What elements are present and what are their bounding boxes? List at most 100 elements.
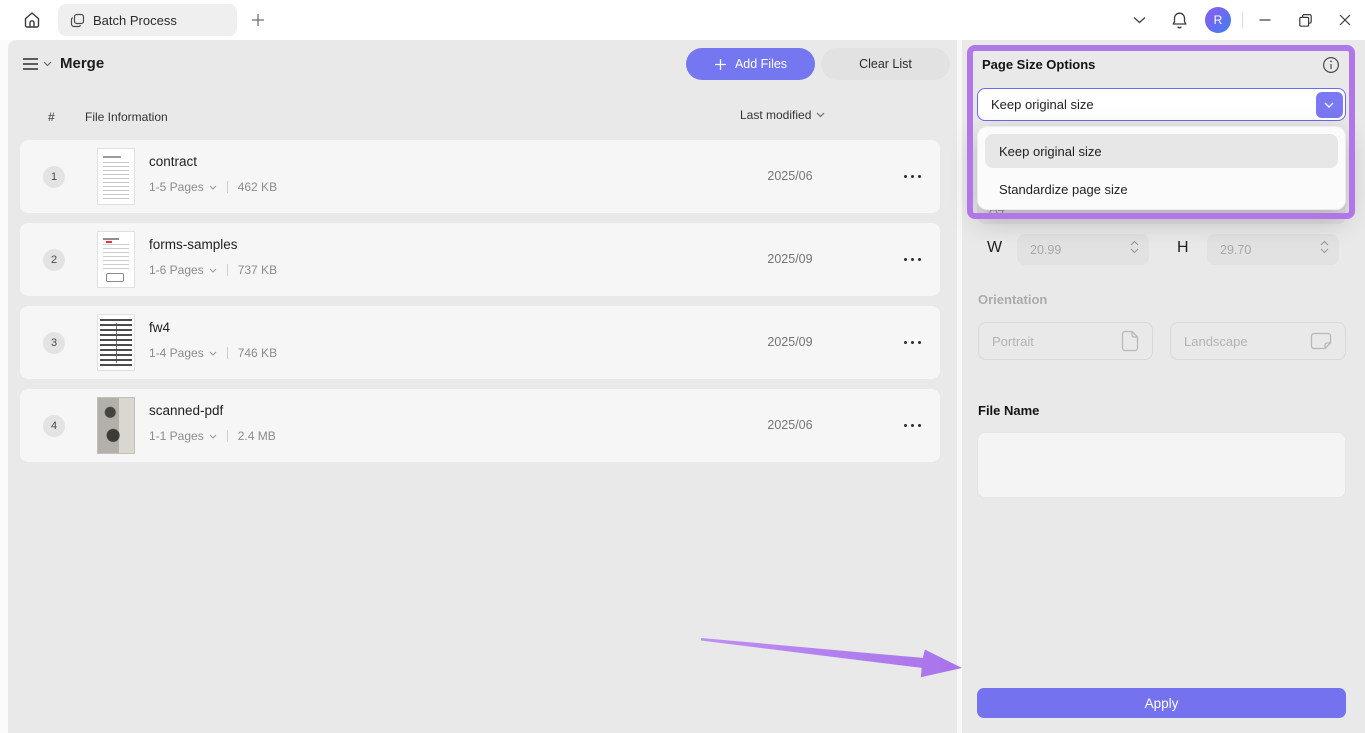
close-button[interactable] — [1332, 7, 1358, 33]
file-meta: 1-6 Pages 737 KB — [149, 263, 277, 277]
width-stepper — [1017, 234, 1149, 265]
chevron-down-icon — [816, 112, 825, 118]
page-size-dropdown-menu: Keep original size Standardize page size — [977, 126, 1346, 210]
panel-divider — [957, 40, 962, 733]
file-name: scanned-pdf — [149, 403, 223, 418]
menu-item-standardize-page-size[interactable]: Standardize page size — [985, 172, 1338, 206]
landscape-label: Landscape — [1184, 334, 1248, 349]
page-range-dropdown[interactable]: 1-5 Pages — [149, 180, 217, 194]
info-button[interactable] — [1321, 55, 1341, 75]
row-more-button[interactable] — [892, 328, 932, 356]
file-row[interactable]: 4 scanned-pdf 1-1 Pages 2.4 MB 2025/06 — [20, 389, 940, 462]
file-modified-date: 2025/06 — [748, 169, 832, 183]
avatar-initial: R — [1214, 13, 1223, 27]
file-size: 2.4 MB — [238, 429, 276, 443]
new-tab-button[interactable] — [244, 6, 272, 34]
file-thumbnail — [97, 231, 135, 288]
avatar[interactable]: R — [1205, 7, 1231, 33]
page-range-label: 1-4 Pages — [149, 346, 204, 360]
titlebar-divider — [1242, 12, 1243, 28]
row-more-button[interactable] — [892, 162, 932, 190]
width-label: W — [987, 239, 1002, 257]
file-row[interactable]: 3 fw4 1-4 Pages 746 KB 2025/09 — [20, 306, 940, 379]
page-size-select[interactable]: Keep original size — [977, 88, 1346, 121]
meta-divider — [227, 264, 228, 276]
portrait-label: Portrait — [992, 334, 1034, 349]
file-size: 746 KB — [238, 346, 277, 360]
file-thumbnail — [97, 397, 135, 454]
info-icon — [1322, 56, 1340, 74]
bell-icon — [1170, 11, 1189, 30]
meta-divider — [227, 430, 228, 442]
window-menu-button[interactable] — [1126, 7, 1152, 33]
height-stepper — [1207, 234, 1339, 265]
file-name: fw4 — [149, 320, 170, 335]
column-header-file-information: File Information — [85, 110, 168, 124]
notifications-button[interactable] — [1166, 7, 1192, 33]
file-index-badge: 4 — [43, 415, 65, 437]
file-name-input[interactable] — [977, 432, 1346, 498]
file-size: 737 KB — [238, 263, 277, 277]
clear-list-button[interactable]: Clear List — [821, 48, 950, 80]
chevron-down-icon — [43, 61, 52, 67]
file-modified-date: 2025/06 — [748, 418, 832, 432]
plus-icon — [250, 12, 266, 28]
landscape-page-icon — [1310, 332, 1332, 350]
chevron-down-icon — [209, 268, 217, 273]
restore-icon — [1298, 13, 1313, 28]
workspace: Merge Add Files Clear List # File Inform… — [8, 40, 1365, 733]
add-files-button[interactable]: Add Files — [686, 48, 815, 80]
file-modified-date: 2025/09 — [748, 252, 832, 266]
close-icon — [1338, 13, 1352, 27]
batch-process-icon — [70, 13, 85, 28]
add-files-label: Add Files — [735, 57, 787, 71]
home-button[interactable] — [18, 6, 46, 34]
landscape-button[interactable]: Landscape — [1170, 322, 1346, 360]
portrait-button[interactable]: Portrait — [978, 322, 1153, 360]
row-more-button[interactable] — [892, 245, 932, 273]
page-range-dropdown[interactable]: 1-1 Pages — [149, 429, 217, 443]
stepper-icons[interactable] — [1320, 240, 1329, 254]
height-label: H — [1177, 239, 1189, 257]
apply-button[interactable]: Apply — [977, 688, 1346, 718]
hamburger-icon — [22, 57, 39, 71]
file-row[interactable]: 2 forms-samples 1-6 Pages 737 KB 2025/09 — [20, 223, 940, 296]
orientation-label: Orientation — [978, 292, 1047, 307]
portrait-page-icon — [1121, 330, 1139, 352]
page-title: Merge — [60, 55, 104, 72]
apply-label: Apply — [1145, 696, 1179, 711]
chevron-down-icon — [209, 351, 217, 356]
merge-mode-menu-button[interactable] — [22, 49, 62, 79]
tab-batch-process[interactable]: Batch Process — [58, 4, 237, 36]
app-window: Batch Process — [0, 0, 1365, 733]
page-size-select-toggle[interactable] — [1316, 92, 1343, 118]
column-header-index: # — [48, 110, 55, 124]
meta-divider — [227, 181, 228, 193]
file-meta: 1-5 Pages 462 KB — [149, 180, 277, 194]
page-size-select-value: Keep original size — [991, 97, 1094, 112]
file-size: 462 KB — [238, 180, 277, 194]
tab-label: Batch Process — [93, 13, 177, 28]
column-header-last-modified[interactable]: Last modified — [740, 108, 825, 122]
file-index-badge: 2 — [43, 249, 65, 271]
file-modified-date: 2025/09 — [748, 335, 832, 349]
page-range-label: 1-5 Pages — [149, 180, 204, 194]
chevron-down-icon — [1324, 102, 1334, 108]
page-range-label: 1-6 Pages — [149, 263, 204, 277]
stepper-icons[interactable] — [1130, 240, 1139, 254]
file-name-label: File Name — [978, 403, 1039, 418]
row-more-button[interactable] — [892, 411, 932, 439]
file-list: 1 contract 1-5 Pages 462 KB 2025/06 2 — [20, 140, 940, 472]
file-meta: 1-1 Pages 2.4 MB — [149, 429, 276, 443]
clear-list-label: Clear List — [859, 57, 912, 71]
annotation-arrow-icon — [695, 632, 970, 680]
page-range-dropdown[interactable]: 1-4 Pages — [149, 346, 217, 360]
file-index-badge: 1 — [43, 166, 65, 188]
menu-item-keep-original-size[interactable]: Keep original size — [985, 134, 1338, 168]
chevron-down-icon — [209, 185, 217, 190]
minimize-button[interactable] — [1252, 7, 1278, 33]
file-row[interactable]: 1 contract 1-5 Pages 462 KB 2025/06 — [20, 140, 940, 213]
last-modified-label: Last modified — [740, 108, 811, 122]
page-range-dropdown[interactable]: 1-6 Pages — [149, 263, 217, 277]
restore-button[interactable] — [1292, 7, 1318, 33]
